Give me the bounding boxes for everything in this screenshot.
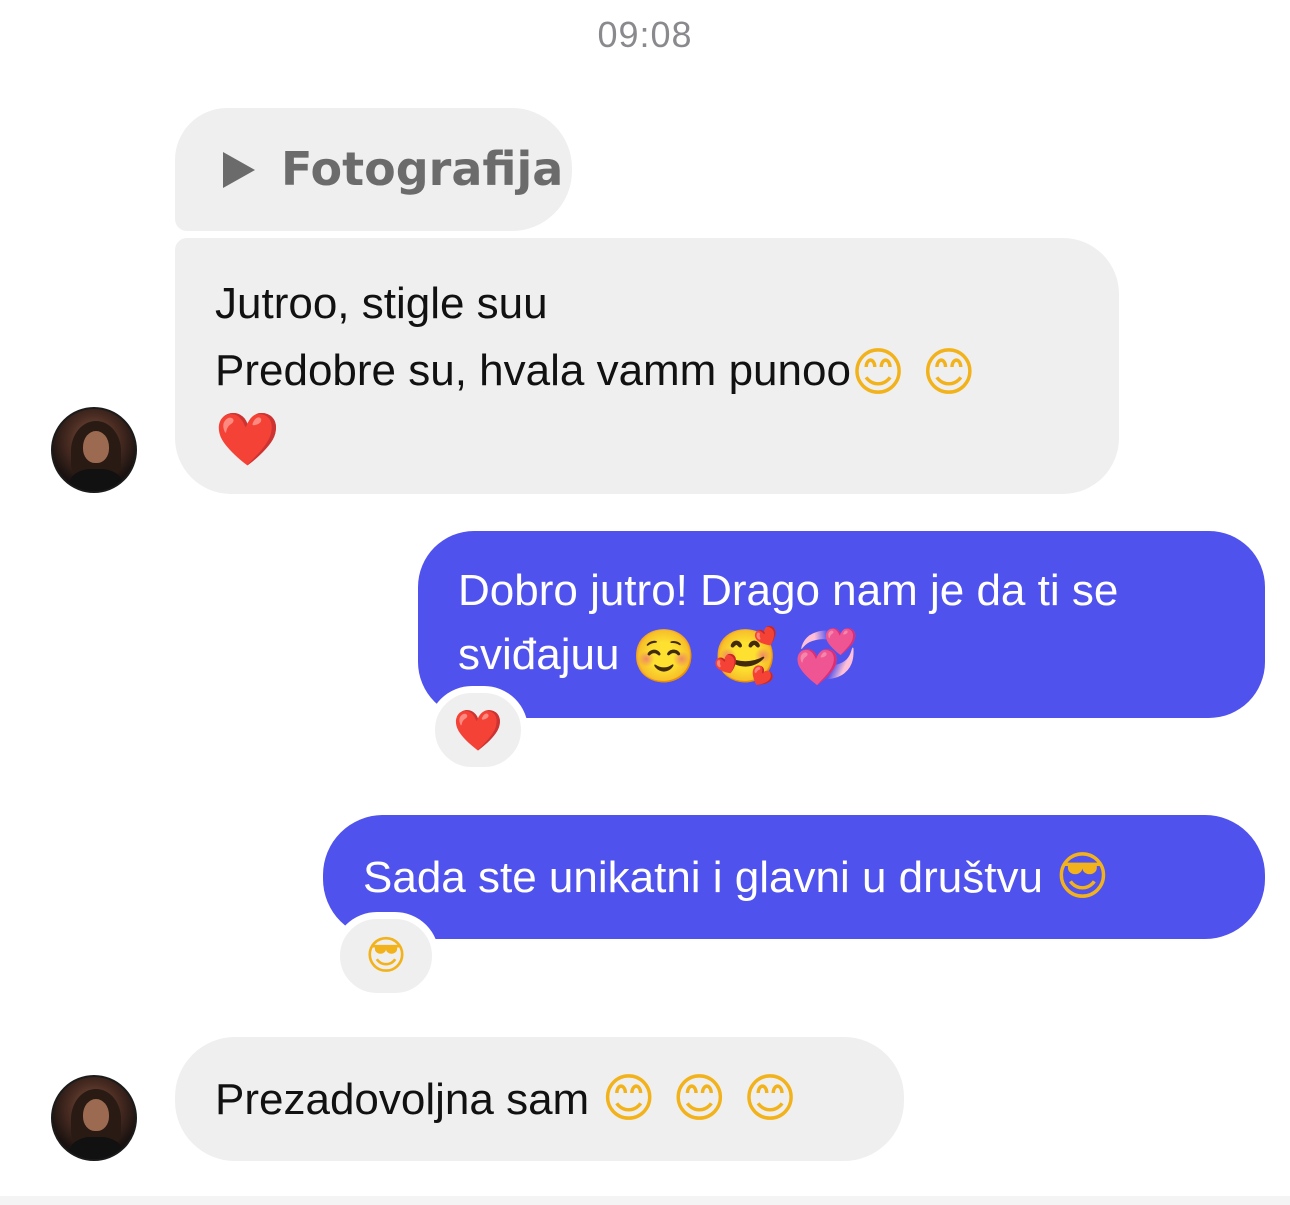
red-heart-emoji: ❤️ [215,409,280,470]
message-line-emoji: ❤️ [215,404,1079,471]
blush-heart-emoji: ☺️ 🥰 💞 [631,627,859,688]
message-line: Dobro jutro! Drago nam je da ti se [458,566,1119,615]
incoming-message-bubble[interactable]: Jutroo, stigle suu Predobre su, hvala va… [175,238,1119,494]
message-timestamp: 09:08 [597,14,693,55]
avatar-face [83,431,109,463]
photo-message-bubble[interactable]: Fotografija [175,108,572,231]
contact-avatar[interactable] [51,1075,137,1161]
incoming-message-bubble[interactable]: Prezadovoljna sam 😊 😊 😊 [175,1037,904,1161]
sunglasses-face-emoji: 😎 [1055,846,1110,907]
smiling-face-emoji: 😊 😊 😊 [601,1068,798,1129]
outgoing-message-bubble[interactable]: Sada ste unikatni i glavni u društvu 😎 [323,815,1265,939]
message-line-with-emoji: sviđajuu ☺️ 🥰 💞 [458,623,1225,687]
avatar-face [83,1099,109,1131]
smiling-face-emoji: 😊 😊 [850,342,976,403]
sunglasses-face-emoji: 😎 [365,933,407,979]
avatar-body [69,1137,123,1159]
contact-avatar[interactable] [51,407,137,493]
message-line-text: sviđajuu [458,630,620,679]
message-reaction[interactable]: 😎 [333,912,439,1000]
outgoing-message-bubble[interactable]: Dobro jutro! Drago nam je da ti se sviđa… [418,531,1265,718]
photo-label: Fotografija [281,142,564,196]
message-line: Jutroo, stigle suu [215,279,548,328]
red-heart-emoji: ❤️ [453,707,503,754]
message-text: Sada ste unikatni i glavni u društvu [363,852,1043,902]
message-line-text: Predobre su, hvala vamm punoo [215,346,851,395]
bottom-divider [0,1196,1290,1205]
message-reaction[interactable]: ❤️ [428,686,528,774]
message-line-with-emoji: Predobre su, hvala vamm punoo😊 😊 [215,337,1079,404]
avatar-body [69,469,123,491]
play-icon [223,151,255,188]
message-text: Prezadovoljna sam [215,1074,590,1124]
